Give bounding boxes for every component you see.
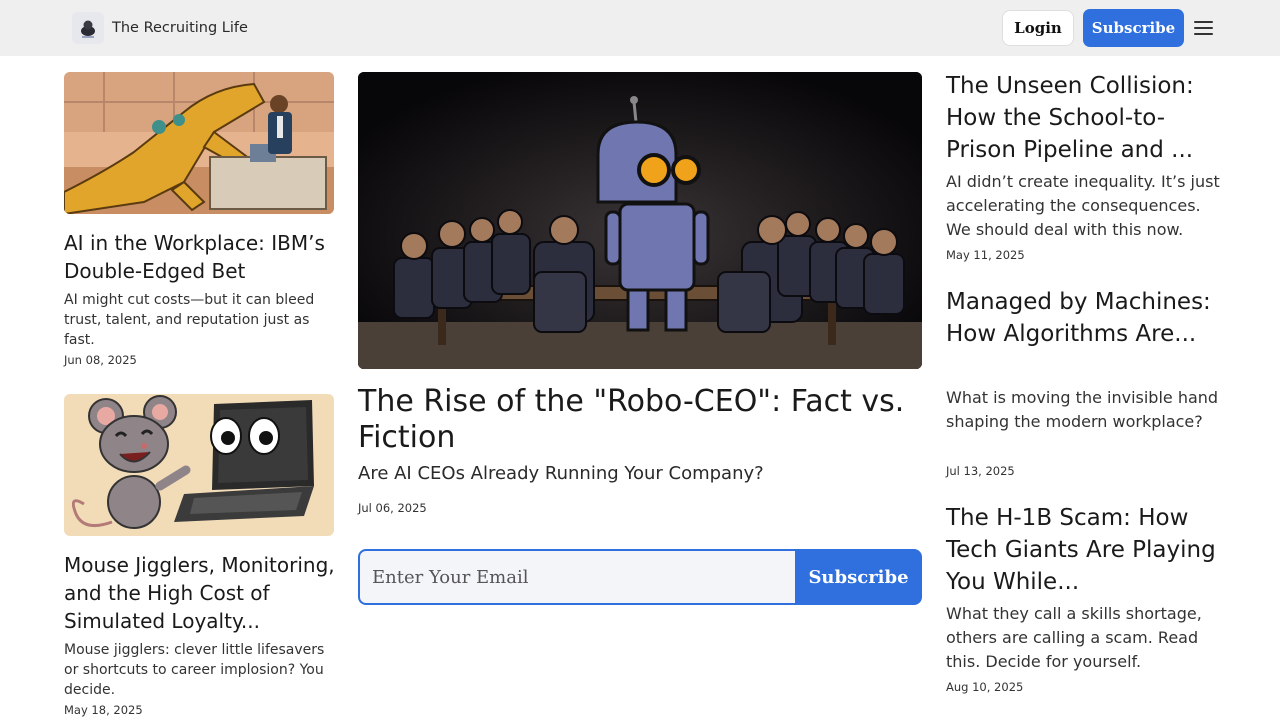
article-thumbnail-ibm[interactable] xyxy=(64,72,334,214)
featured-date: Jul 06, 2025 xyxy=(358,501,427,515)
brand-link[interactable]: The Recruiting Life xyxy=(72,12,248,44)
login-button[interactable]: Login xyxy=(1002,10,1074,46)
article-date: Aug 10, 2025 xyxy=(946,680,1024,694)
email-input[interactable] xyxy=(358,549,795,605)
article-description: What is moving the invisible hand shapin… xyxy=(946,388,1219,431)
article-title[interactable]: Mouse Jigglers, Monitoring, and the High… xyxy=(64,551,339,635)
article-description: AI might cut costs—but it can bleed trus… xyxy=(64,292,315,348)
featured-title[interactable]: The Rise of the "Robo-CEO": Fact vs. Fic… xyxy=(358,384,922,456)
hamburger-menu-icon[interactable] xyxy=(1192,16,1216,40)
article-title[interactable]: The Unseen Collision: How the School-to-… xyxy=(946,70,1226,166)
article-date: Jun 08, 2025 xyxy=(64,353,137,367)
newsletter-form: Subscribe xyxy=(358,549,922,605)
article-title[interactable]: AI in the Workplace: IBM’s Double-Edged … xyxy=(64,229,339,285)
article-title[interactable]: Managed by Machines: How Algorithms Are.… xyxy=(946,286,1226,350)
brand-logo xyxy=(72,12,104,44)
newsletter-subscribe-button[interactable]: Subscribe xyxy=(795,549,922,605)
site-header: The Recruiting Life Login Subscribe xyxy=(0,0,1280,56)
article-date: May 11, 2025 xyxy=(946,248,1025,262)
brand-name: The Recruiting Life xyxy=(112,20,248,36)
article-date: May 18, 2025 xyxy=(64,703,143,717)
article-description: AI didn’t create inequality. It’s just a… xyxy=(946,172,1220,239)
article-date: Jul 13, 2025 xyxy=(946,464,1015,478)
featured-subtitle: Are AI CEOs Already Running Your Company… xyxy=(358,463,764,484)
featured-image[interactable] xyxy=(358,72,922,369)
article-title[interactable]: The H-1B Scam: How Tech Giants Are Playi… xyxy=(946,502,1226,598)
article-description: What they call a skills shortage, others… xyxy=(946,604,1202,671)
header-subscribe-button[interactable]: Subscribe xyxy=(1083,9,1184,47)
article-thumbnail-mouse-jigglers[interactable] xyxy=(64,394,334,536)
article-description: Mouse jigglers: clever little lifesavers… xyxy=(64,642,325,698)
